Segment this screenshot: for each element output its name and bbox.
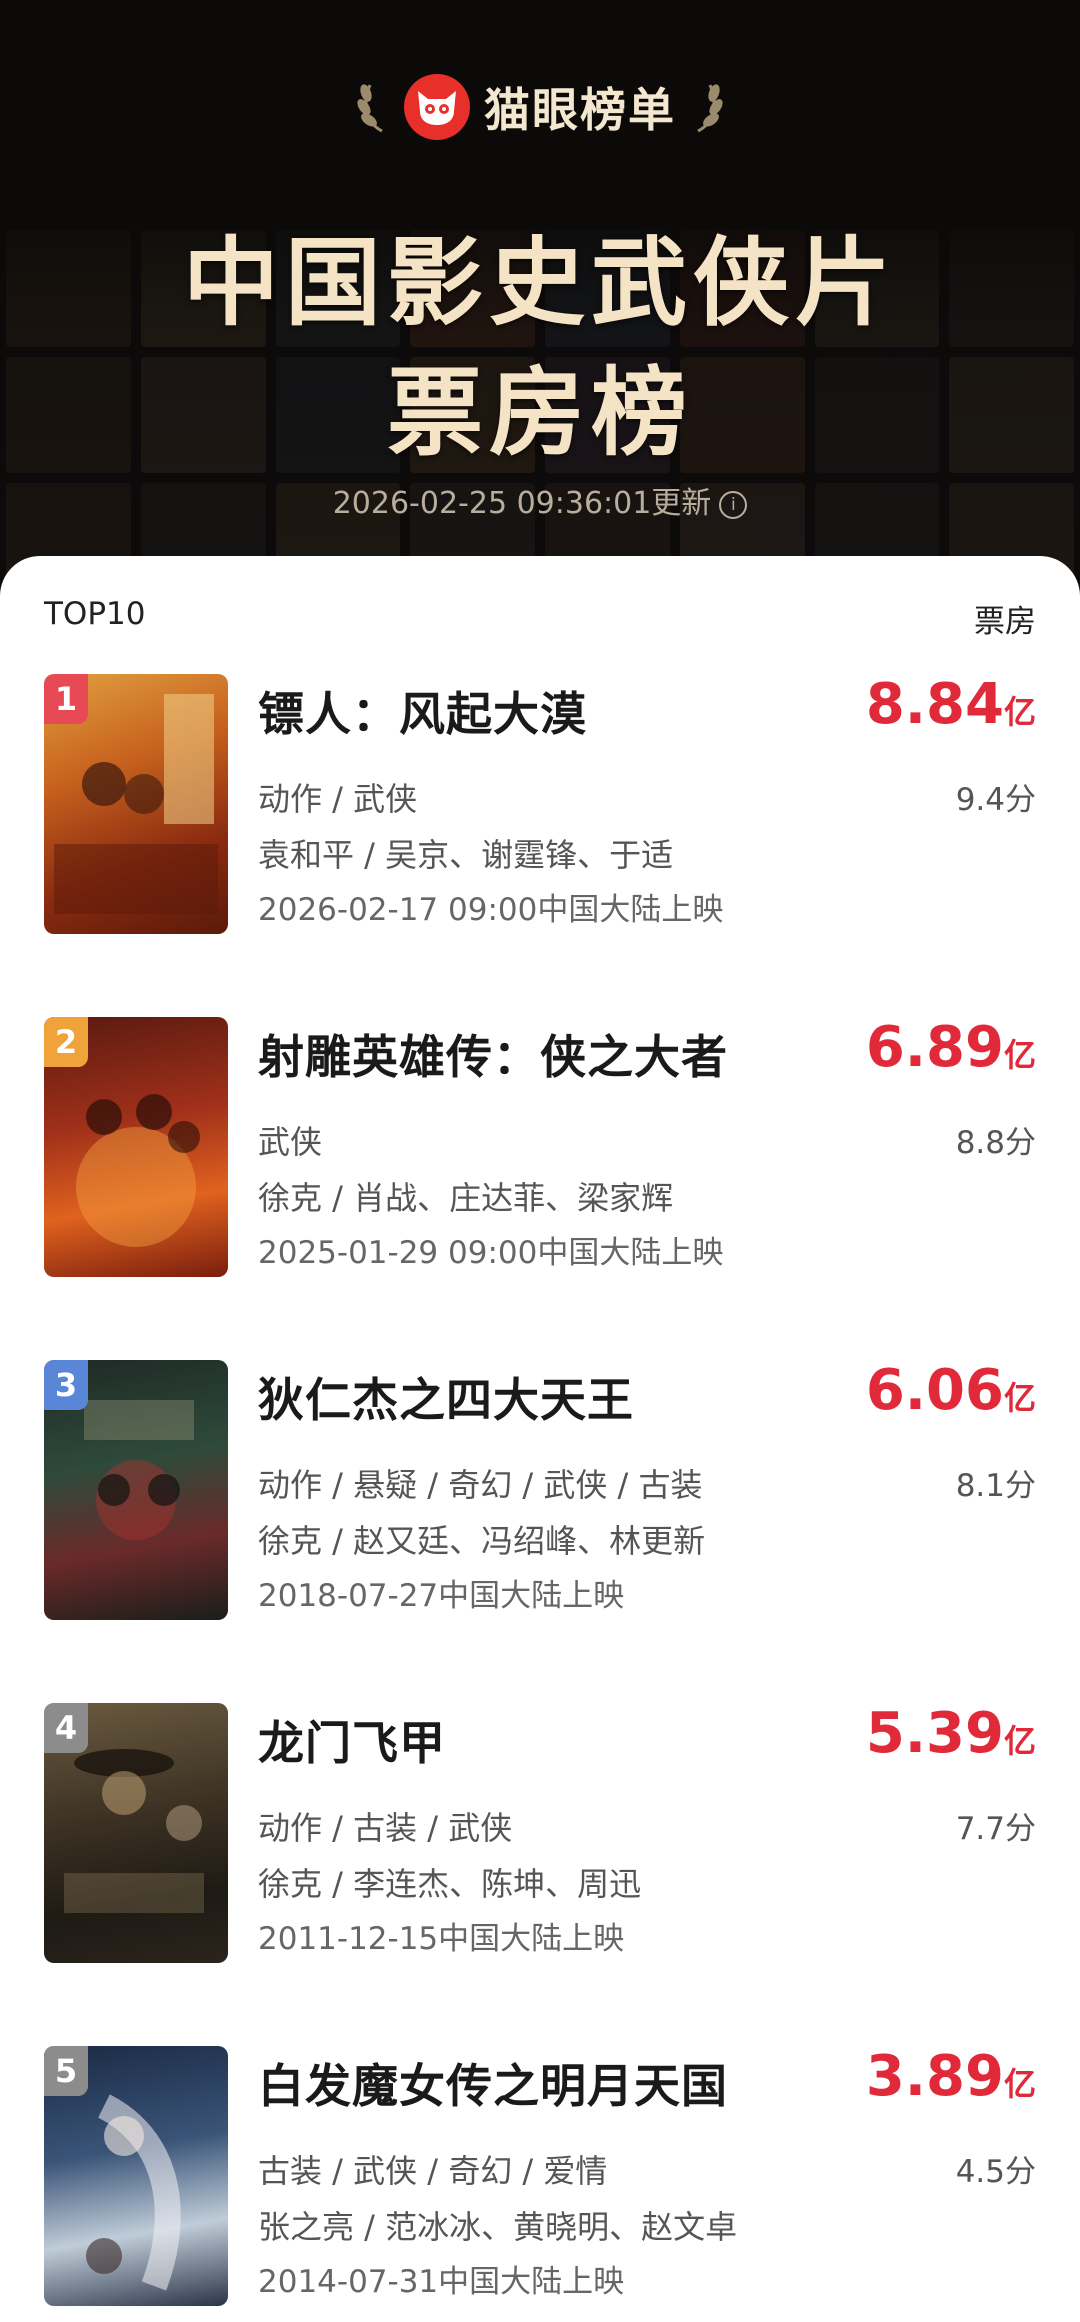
movie-title[interactable]: 狄仁杰之四大天王 — [258, 1364, 634, 1430]
movie-poster[interactable]: 2 — [44, 1017, 228, 1277]
list-header: TOP10 票房 — [44, 596, 1036, 640]
brand-name: 猫眼榜单 — [484, 83, 676, 137]
box-office: 5.39亿 — [865, 1701, 1036, 1766]
movie-release: 2011-12-15中国大陆上映 — [258, 1921, 625, 1957]
movie-genre: 动作 / 古装 / 武侠 — [258, 1809, 513, 1847]
movie-genre: 动作 / 武侠 — [258, 780, 418, 818]
movie-poster[interactable]: 3 — [44, 1360, 228, 1620]
rank-badge: 1 — [44, 674, 88, 724]
movie-row[interactable]: 3 狄仁杰之四大天王 6.06亿 动作 / 悬疑 / 奇幻 / 武侠 / 古装 … — [44, 1358, 1036, 1624]
page-title-line2: 票房榜 — [387, 357, 693, 469]
movie-score: 4.5分 — [955, 2154, 1036, 2190]
movie-release: 2018-07-27中国大陆上映 — [258, 1578, 625, 1614]
movie-cast: 徐克 / 肖战、庄达菲、梁家辉 — [258, 1179, 674, 1217]
movie-genre: 古装 / 武侠 / 奇幻 / 爱情 — [258, 2152, 608, 2190]
movie-title[interactable]: 镖人：风起大漠 — [258, 678, 587, 744]
movie-row[interactable]: 5 白发魔女传之明月天国 3.89亿 古装 / 武侠 / 奇幻 / 爱情 4.5… — [44, 2044, 1036, 2310]
maoyan-logo-icon — [404, 74, 470, 140]
movie-score: 7.7分 — [955, 1811, 1036, 1847]
movie-genre: 武侠 — [258, 1123, 323, 1161]
laurel-left-icon — [357, 84, 383, 133]
movie-title[interactable]: 龙门飞甲 — [258, 1707, 446, 1773]
movie-title[interactable]: 射雕英雄传：侠之大者 — [258, 1021, 728, 1087]
movie-release: 2026-02-17 09:00中国大陆上映 — [258, 892, 724, 928]
movie-poster[interactable]: 1 — [44, 674, 228, 934]
movie-release: 2014-07-31中国大陆上映 — [258, 2264, 625, 2300]
movie-cast: 袁和平 / 吴京、谢霆锋、于适 — [258, 836, 674, 874]
movie-score: 9.4分 — [955, 782, 1036, 818]
movie-row[interactable]: 4 龙门飞甲 5.39亿 动作 / 古装 / 武侠 7.7分 徐克 / 李连杰、… — [44, 1701, 1036, 1967]
laurel-right-icon — [697, 84, 723, 133]
rank-badge: 2 — [44, 1017, 88, 1067]
rank-badge: 3 — [44, 1360, 88, 1410]
movie-poster[interactable]: 4 — [44, 1703, 228, 1963]
update-timestamp: 2026-02-25 09:36:01更新 i — [0, 478, 1080, 522]
movie-poster[interactable]: 5 — [44, 2046, 228, 2306]
brand-bar: 猫眼榜单 — [0, 72, 1080, 142]
rank-badge: 4 — [44, 1703, 88, 1753]
movie-score: 8.8分 — [955, 1125, 1036, 1161]
movie-cast: 张之亮 / 范冰冰、黄晓明、赵文卓 — [258, 2208, 738, 2246]
box-office: 8.84亿 — [865, 672, 1036, 737]
movie-title[interactable]: 白发魔女传之明月天国 — [258, 2050, 728, 2116]
list-header-top10: TOP10 — [44, 596, 146, 632]
movie-score: 8.1分 — [955, 1468, 1036, 1504]
ranking-card: TOP10 票房 1 镖人：风起大漠 8.84亿 动作 / 武侠 9.4分 袁和… — [0, 556, 1080, 2322]
movie-cast: 徐克 / 赵又廷、冯绍峰、林更新 — [258, 1522, 706, 1560]
movie-cast: 徐克 / 李连杰、陈坤、周迅 — [258, 1865, 642, 1903]
movie-genre: 动作 / 悬疑 / 奇幻 / 武侠 / 古装 — [258, 1466, 703, 1504]
box-office: 3.89亿 — [865, 2044, 1036, 2109]
movie-row[interactable]: 1 镖人：风起大漠 8.84亿 动作 / 武侠 9.4分 袁和平 / 吴京、谢霆… — [44, 672, 1036, 938]
movie-row[interactable]: 2 射雕英雄传：侠之大者 6.89亿 武侠 8.8分 徐克 / 肖战、庄达菲、梁… — [44, 1015, 1036, 1281]
page-title-line1: 中国影史武侠片 — [183, 227, 897, 339]
box-office: 6.89亿 — [865, 1015, 1036, 1080]
movie-release: 2025-01-29 09:00中国大陆上映 — [258, 1235, 724, 1271]
list-header-boxoffice: 票房 — [974, 604, 1036, 640]
info-icon[interactable]: i — [719, 490, 748, 519]
rank-badge: 5 — [44, 2046, 88, 2096]
box-office: 6.06亿 — [865, 1358, 1036, 1423]
header-banner: 猫眼榜单 中国影史武侠片 票房榜 2026-02-25 09:36:01更新 i — [0, 0, 1080, 600]
